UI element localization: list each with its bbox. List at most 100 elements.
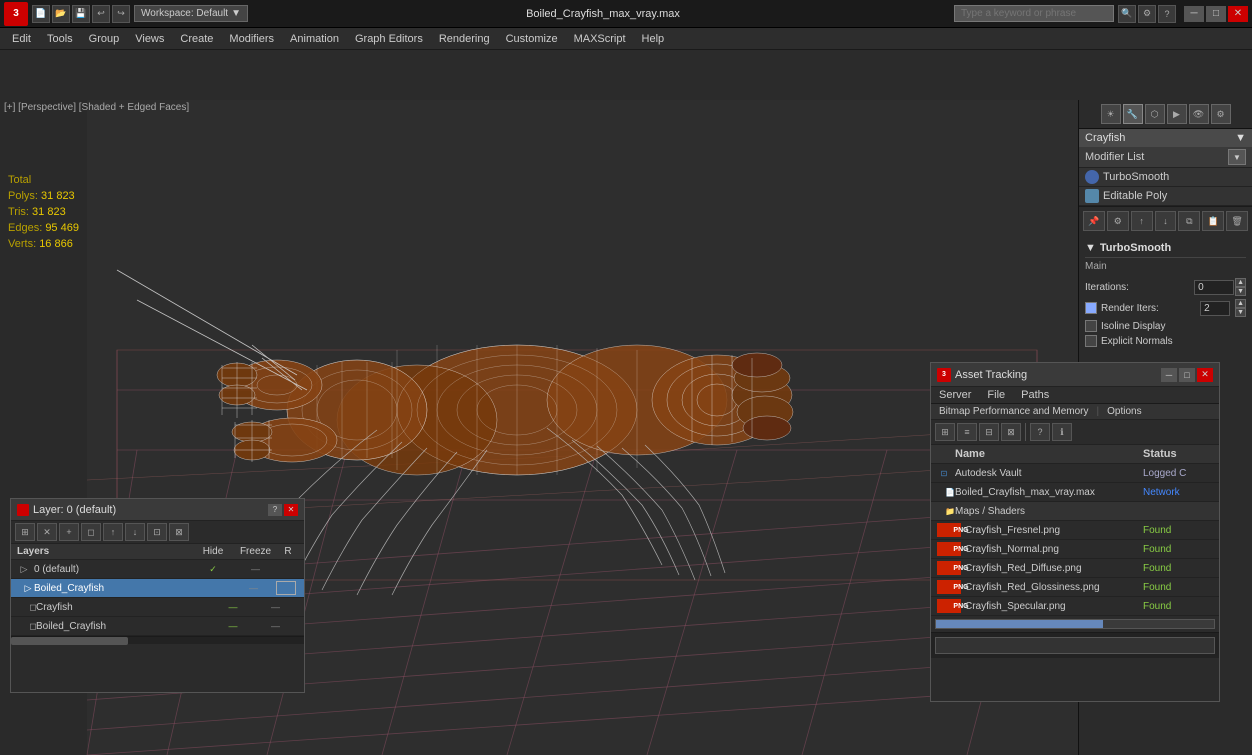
layer-close[interactable]: ✕ [284,504,298,516]
workspace-button[interactable]: Workspace: Default ▼ [134,5,248,22]
layer-col-layers-header: Layers [17,546,193,557]
maximize-button[interactable]: □ [1206,6,1226,22]
layer-row-1[interactable]: ▷ Boiled_Crayfish — [11,579,304,598]
menu-edit[interactable]: Edit [4,31,39,47]
iterations-up-arrow[interactable]: ▲ [1235,278,1246,287]
move-down-icon[interactable]: ↓ [1155,211,1177,231]
save-button[interactable]: 💾 [72,5,90,23]
render-iters-checkbox[interactable] [1085,302,1097,314]
ts-iterations-label: Iterations: [1085,282,1194,293]
layer-question[interactable]: ? [268,504,282,516]
open-button[interactable]: 📂 [52,5,70,23]
menu-help[interactable]: Help [634,31,673,47]
aw-icon-info[interactable]: ℹ [1052,423,1072,441]
menu-views[interactable]: Views [127,31,172,47]
aw-menu-file[interactable]: File [979,387,1013,403]
layer-delete-icon[interactable]: ✕ [37,523,57,541]
undo-button[interactable]: ↩ [92,5,110,23]
layer-extra2-icon[interactable]: ⊠ [169,523,189,541]
menu-create[interactable]: Create [172,31,221,47]
new-button[interactable]: 📄 [32,5,50,23]
aw-row-vault[interactable]: ⊡ Autodesk Vault Logged C [931,464,1219,483]
menu-tools[interactable]: Tools [39,31,81,47]
layer-select-icon[interactable]: ◻ [81,523,101,541]
modifier-list-dropdown[interactable]: ▼ [1228,149,1246,165]
asset-tracking-minimize[interactable]: ─ [1161,368,1177,382]
ts-isoline-row: Isoline Display [1085,320,1246,332]
layer-row-3[interactable]: ◻ Boiled_Crayfish — — [11,617,304,636]
ts-collapse-icon[interactable]: ▼ [1085,242,1096,254]
object-name-bar: Crayfish ▼ [1079,129,1252,147]
aw-icon-2[interactable]: ≡ [957,423,977,441]
layer-move-up-icon[interactable]: ↑ [103,523,123,541]
redo-button[interactable]: ↪ [112,5,130,23]
aw-row-normal[interactable]: PNG Crayfish_Normal.png Found [931,540,1219,559]
configure-icon[interactable]: ⚙ [1107,211,1129,231]
aw-menu-paths[interactable]: Paths [1013,387,1057,403]
layer-move-down-icon[interactable]: ↓ [125,523,145,541]
menu-animation[interactable]: Animation [282,31,347,47]
delete-modifier-icon[interactable]: 🗑 [1226,211,1248,231]
asset-tracking-maximize[interactable]: □ [1179,368,1195,382]
layer-scrollbar[interactable] [11,636,304,644]
modifier-name-editablepoly: Editable Poly [1103,190,1167,202]
paste-modifier-icon[interactable]: 📋 [1202,211,1224,231]
render-iters-up-arrow[interactable]: ▲ [1235,299,1246,308]
utilities-icon[interactable]: ⚙ [1211,104,1231,124]
ts-render-iters-label: Render Iters: [1101,303,1159,314]
menu-modifiers[interactable]: Modifiers [221,31,282,47]
aw-menu-server[interactable]: Server [931,387,979,403]
aw-row-maps[interactable]: 📁 Maps / Shaders [931,502,1219,521]
menu-rendering[interactable]: Rendering [431,31,498,47]
aw-icon-help[interactable]: ? [1030,423,1050,441]
layer-extra1-icon[interactable]: ⊡ [147,523,167,541]
motion-icon[interactable]: ▶ [1167,104,1187,124]
modifier-item-turbosmooth[interactable]: TurboSmooth [1079,168,1252,187]
aw-icon-4[interactable]: ⊠ [1001,423,1021,441]
modify-icon[interactable]: 🔧 [1123,104,1143,124]
iterations-down-arrow[interactable]: ▼ [1235,287,1246,296]
aw-icon-1[interactable]: ⊞ [935,423,955,441]
menu-group[interactable]: Group [81,31,128,47]
modifier-list-header: Modifier List ▼ [1079,147,1252,168]
render-iters-down-arrow[interactable]: ▼ [1235,308,1246,317]
copy-modifier-icon[interactable]: ⧉ [1178,211,1200,231]
aw-row-diffuse[interactable]: PNG Crayfish_Red_Diffuse.png Found [931,559,1219,578]
aw-row-max[interactable]: 📄 Boiled_Crayfish_max_vray.max Network [931,483,1219,502]
layer-row-0[interactable]: ▷ 0 (default) ✓ — [11,560,304,579]
search-input[interactable] [954,5,1114,22]
display-icon[interactable]: 👁 [1189,104,1209,124]
aw-submenu-bitmap[interactable]: Bitmap Performance and Memory [939,406,1089,417]
move-up-icon[interactable]: ↑ [1131,211,1153,231]
aw-submenu-options[interactable]: Options [1107,406,1141,417]
minimize-button[interactable]: ─ [1184,6,1204,22]
layer-row-2[interactable]: ◻ Crayfish — — [11,598,304,617]
turbosmooth-icon [1085,170,1099,184]
render-setup-icon[interactable]: ☀ [1101,104,1121,124]
close-button[interactable]: ✕ [1228,6,1248,22]
modifier-item-editablepoly[interactable]: Editable Poly [1079,187,1252,206]
aw-row-specular[interactable]: PNG Crayfish_Specular.png Found [931,597,1219,616]
isoline-checkbox[interactable] [1085,320,1097,332]
aw-row-glossiness[interactable]: PNG Crayfish_Red_Glossiness.png Found [931,578,1219,597]
ts-render-iters-input[interactable] [1200,301,1230,316]
layer-add-icon[interactable]: + [59,523,79,541]
menu-customize[interactable]: Customize [498,31,566,47]
aw-search-input[interactable] [935,637,1215,654]
asset-tracking-close[interactable]: ✕ [1197,368,1213,382]
menu-graph-editors[interactable]: Graph Editors [347,31,431,47]
layer-scrollbar-thumb[interactable] [11,637,128,645]
help-icon[interactable]: ? [1158,5,1176,23]
filter-icon[interactable]: ⚙ [1138,5,1156,23]
explicit-normals-checkbox[interactable] [1085,335,1097,347]
ts-iterations-input[interactable] [1194,280,1234,295]
file-title: Boiled_Crayfish_max_vray.max [252,8,954,20]
hierarchy-icon[interactable]: ⬡ [1145,104,1165,124]
menu-maxscript[interactable]: MAXScript [566,31,634,47]
aw-icon-3[interactable]: ⊟ [979,423,999,441]
search-icon[interactable]: 🔍 [1118,5,1136,23]
aw-row-fresnel[interactable]: PNG Crayfish_Fresnel.png Found [931,521,1219,540]
pin-stack-icon[interactable]: 📌 [1083,211,1105,231]
ts-explicit-normals-label: Explicit Normals [1101,336,1173,347]
layer-new-icon[interactable]: ⊞ [15,523,35,541]
